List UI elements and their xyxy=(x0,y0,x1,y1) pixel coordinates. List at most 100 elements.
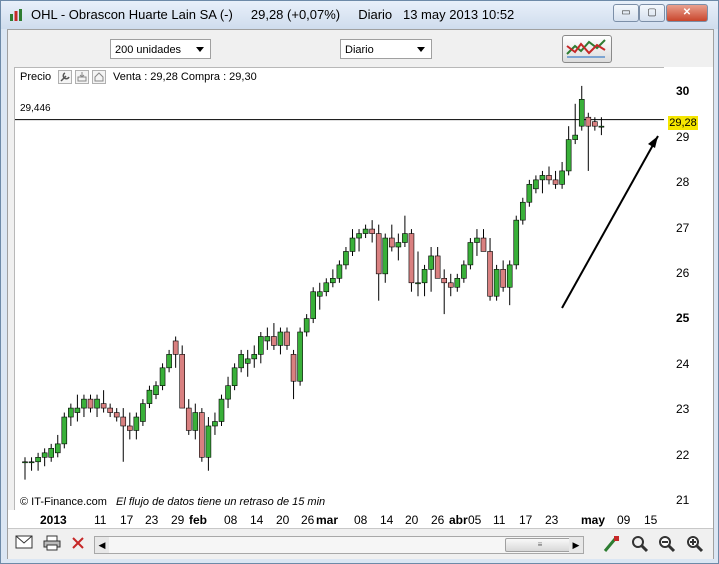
candle-body xyxy=(218,398,225,422)
date-tick: 29 xyxy=(171,513,185,527)
candle-body xyxy=(238,354,244,369)
candle-body xyxy=(192,412,199,431)
zoom-out-icon[interactable] xyxy=(657,535,677,553)
candle-body xyxy=(336,264,343,279)
price-tick: 25 xyxy=(676,311,690,325)
candle-body xyxy=(212,421,218,427)
date-tick: 14 xyxy=(380,513,394,527)
minimize-button[interactable]: ▭ xyxy=(613,4,639,22)
price-tick: 27 xyxy=(676,221,690,235)
candle-body xyxy=(258,336,264,355)
print-icon[interactable] xyxy=(42,535,62,553)
date-tick: 26 xyxy=(431,513,445,527)
candle-body xyxy=(231,367,238,387)
candle-body xyxy=(585,116,592,127)
draw-tools-icon[interactable] xyxy=(602,535,622,553)
candle-body xyxy=(172,340,179,355)
scrollbar-thumb[interactable]: ≡ xyxy=(505,538,575,552)
candle-body xyxy=(35,457,41,463)
app-window: OHL - Obrascon Huarte Lain SA (-) 29,28 … xyxy=(0,0,719,564)
candle-body xyxy=(140,403,146,422)
date-tick: 05 xyxy=(468,513,482,527)
date-tick: 23 xyxy=(145,513,159,527)
candles xyxy=(22,85,605,480)
candle-body xyxy=(375,233,382,275)
candle-body xyxy=(284,331,290,346)
date-tick: 17 xyxy=(120,513,134,527)
candle-body xyxy=(159,367,166,387)
price-tick: 28 xyxy=(676,175,690,189)
date-tick: abr xyxy=(449,513,468,527)
toolbar: 200 unidades Diario xyxy=(8,30,713,66)
close-button[interactable]: ✕ xyxy=(666,4,708,22)
candle-body xyxy=(343,251,349,266)
zoom-in-icon[interactable] xyxy=(685,535,705,553)
candle-body xyxy=(225,385,231,400)
price-tick: 29 xyxy=(676,130,690,144)
candle-body xyxy=(133,416,140,431)
candle-body xyxy=(244,358,251,364)
candle-body xyxy=(81,398,87,409)
candle-body xyxy=(310,291,317,319)
candle-body xyxy=(277,331,284,346)
date-tick: 2013 xyxy=(40,513,67,527)
candle-body xyxy=(362,228,369,234)
price-tick: 21 xyxy=(676,493,690,507)
maximize-button[interactable]: ▢ xyxy=(639,4,665,22)
candle-body xyxy=(127,425,133,431)
candle-body xyxy=(68,407,74,418)
chart-app-icon xyxy=(10,9,22,21)
zoom-fit-icon[interactable] xyxy=(630,535,650,553)
candlestick-chart xyxy=(15,85,665,480)
candle-body xyxy=(74,407,81,413)
price-tick: 22 xyxy=(676,448,690,462)
candle-body xyxy=(22,461,28,464)
title-bar[interactable]: OHL - Obrascon Huarte Lain SA (-) 29,28 … xyxy=(1,1,718,29)
date-tick: 17 xyxy=(519,513,533,527)
scroll-right-icon[interactable]: ▶ xyxy=(569,537,583,553)
price-axis[interactable]: 30 29 28 27 26 25 24 23 22 21 29,28 xyxy=(664,67,713,510)
candle-body xyxy=(546,175,552,181)
mail-icon[interactable] xyxy=(14,535,34,553)
price-tick: 24 xyxy=(676,357,690,371)
date-tick: 09 xyxy=(617,513,631,527)
delay-note: El flujo de datos tiene un retraso de 15… xyxy=(116,496,326,508)
trend-arrow[interactable] xyxy=(561,135,659,309)
price-tick: 30 xyxy=(676,84,690,98)
candle-body xyxy=(330,278,336,284)
scroll-left-icon[interactable]: ◀ xyxy=(95,537,109,553)
date-axis[interactable]: 2013 11 17 23 29 feb 08 14 20 26 mar 08 … xyxy=(8,510,713,528)
candle-body xyxy=(592,121,598,127)
candle-body xyxy=(251,354,258,360)
chart-area[interactable]: Precio Venta : 29,28 Compra : 29,30 29,4… xyxy=(14,67,666,512)
date-tick: 23 xyxy=(545,513,559,527)
candle-body xyxy=(356,233,362,239)
candle-body xyxy=(434,255,441,279)
price-tick: 23 xyxy=(676,402,690,416)
date-tick: 20 xyxy=(276,513,290,527)
candle-body xyxy=(388,237,395,248)
disconnect-icon[interactable] xyxy=(68,535,88,553)
date-tick: 20 xyxy=(405,513,419,527)
date-tick: 08 xyxy=(354,513,368,527)
candle-body xyxy=(598,125,605,128)
candle-body xyxy=(415,282,421,285)
candle-body xyxy=(382,237,389,275)
date-tick: 26 xyxy=(301,513,315,527)
candle-body xyxy=(94,398,100,409)
date-tick: 11 xyxy=(493,513,506,527)
candle-body xyxy=(120,416,127,427)
period-select-value: Diario xyxy=(345,44,374,56)
horizontal-scrollbar[interactable]: ◀ ≡ ▶ xyxy=(94,536,584,554)
volume-select[interactable]: 200 unidades xyxy=(110,39,211,59)
candle-body xyxy=(369,228,375,234)
source-label: © IT-Finance.com xyxy=(20,496,107,508)
indicators-button[interactable] xyxy=(562,35,612,63)
candle-body xyxy=(480,237,487,252)
period-select[interactable]: Diario xyxy=(340,39,432,59)
candle-body xyxy=(87,398,94,409)
candle-body xyxy=(539,175,546,181)
candle-body xyxy=(519,201,526,221)
candle-body xyxy=(349,237,356,252)
candle-body xyxy=(199,412,205,458)
